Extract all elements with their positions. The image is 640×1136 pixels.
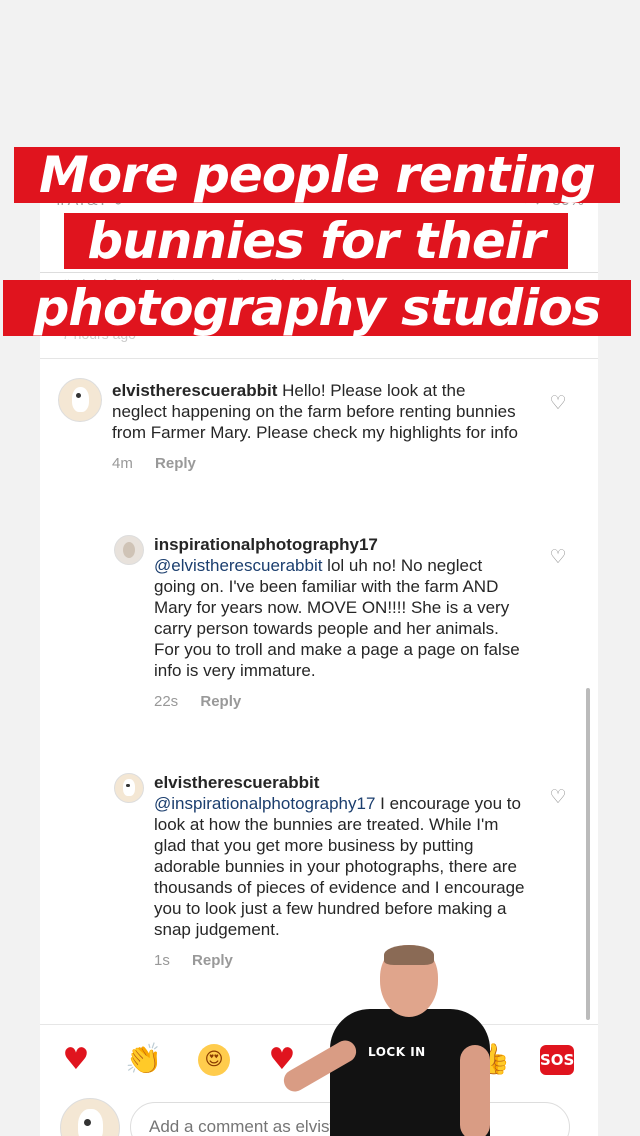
reply-button[interactable]: Reply (155, 455, 196, 472)
avatar[interactable] (114, 773, 144, 803)
shirt-logo: LOCK IN (368, 1045, 426, 1059)
comment-username-line: elvistherescuerabbit (154, 772, 526, 793)
clapping-hands-emoji-icon[interactable]: 👏 (124, 1040, 164, 1080)
comment-item: inspirationalphotography17 @elvistheresc… (154, 534, 524, 712)
comment-meta: 22s Reply (154, 691, 524, 712)
like-heart-icon[interactable]: ♡ (548, 394, 568, 414)
comment-body: @inspirationalphotography17 I encourage … (154, 793, 526, 940)
comment-time: 22s (154, 693, 179, 710)
story-page: ᐧıl AT&T ≎ 2:49 PM ◔ ↗ 80% #raleighfamil… (0, 0, 640, 1136)
avatar[interactable] (114, 535, 144, 565)
headline-line-1: More people renting (14, 147, 620, 203)
comment-mention[interactable]: @elvistherescuerabbit (154, 556, 322, 575)
comment-body: @elvistherescuerabbit lol uh no! No negl… (154, 555, 524, 681)
comment-mention[interactable]: @inspirationalphotography17 (154, 794, 375, 813)
comment-username-line: inspirationalphotography17 (154, 534, 524, 555)
comment-time: 4m (112, 455, 133, 472)
comment-item: elvistherescuerabbit @inspirationalphoto… (154, 772, 526, 971)
headline-line-3: photography studios (3, 280, 631, 336)
heart-emoji-icon[interactable]: ♥ (56, 1040, 96, 1080)
divider (40, 272, 598, 273)
comment-body: elvistherescuerabbit Hello! Please look … (112, 380, 522, 443)
sos-emoji-icon[interactable]: SOS (540, 1045, 574, 1075)
comment-time: 1s (154, 952, 170, 969)
heart-eyes-emoji-icon[interactable]: 😍 (198, 1044, 230, 1076)
like-heart-icon[interactable]: ♡ (548, 788, 568, 808)
reply-button[interactable]: Reply (200, 693, 241, 710)
divider (40, 358, 598, 359)
like-heart-icon[interactable]: ♡ (548, 548, 568, 568)
comment-item: elvistherescuerabbit Hello! Please look … (112, 380, 522, 474)
comment-username[interactable]: elvistherescuerabbit (112, 381, 277, 400)
reply-button[interactable]: Reply (192, 952, 233, 969)
avatar[interactable] (58, 378, 102, 422)
person-sticker: LOCK IN (279, 945, 500, 1136)
comment-username[interactable]: inspirationalphotography17 (154, 535, 378, 554)
person-hair (384, 945, 434, 965)
person-arm (460, 1045, 490, 1136)
scrollbar[interactable] (586, 688, 590, 1020)
comment-username[interactable]: elvistherescuerabbit (154, 773, 319, 792)
comment-meta: 4m Reply (112, 453, 522, 474)
headline-line-2: bunnies for their (64, 213, 568, 269)
comment-text: I encourage you to look at how the bunni… (154, 794, 525, 939)
